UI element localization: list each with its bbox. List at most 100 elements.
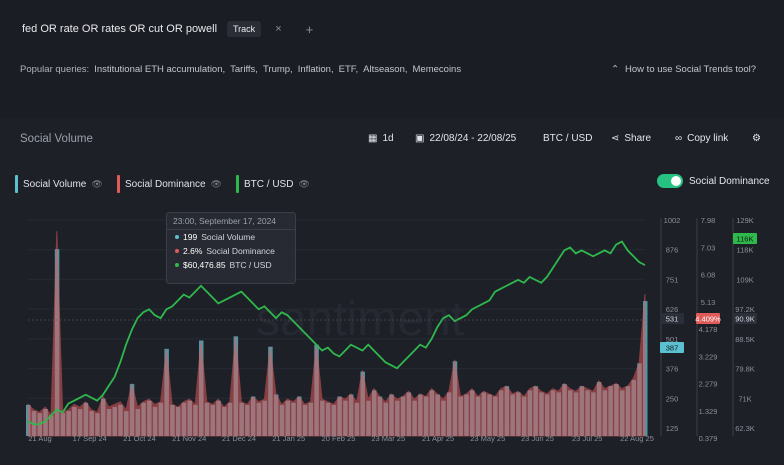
chevron-up-icon: ⌃ — [611, 64, 620, 75]
x-axis-tick: 21 Apr 25 — [422, 434, 454, 443]
axis-tick-social-volume: 751 — [666, 275, 679, 284]
x-axis-tick: 23 May 25 — [470, 434, 505, 443]
axis-tick-social-dominance: 7.98 — [701, 216, 716, 225]
howto-link[interactable]: ⌃ How to use Social Trends tool? — [611, 64, 756, 75]
toggle-knob — [671, 176, 681, 186]
badge-volume-hover: 531 — [666, 315, 679, 324]
axis-tick-social-volume: 250 — [666, 394, 679, 403]
panel-title: Social Volume — [20, 133, 93, 145]
copy-link-button[interactable]: ∞ Copy link — [675, 133, 728, 144]
pair-label: BTC / USD — [543, 133, 593, 144]
x-axis-tick: 21 Nov 24 — [172, 434, 206, 443]
x-axis-tick: 20 Feb 25 — [322, 434, 356, 443]
tooltip-row: $60,476.85 BTC / USD — [167, 258, 295, 272]
close-icon[interactable]: × — [275, 23, 281, 35]
legend-color-swatch — [236, 175, 239, 193]
badge-btc-hover: 90.9K — [735, 315, 755, 324]
calendar-icon: ▣ — [415, 133, 425, 144]
popular-queries-label: Popular queries: — [20, 64, 90, 75]
axis-tick-btc: 71K — [738, 394, 751, 403]
toggle-label: Social Dominance — [689, 176, 770, 187]
link-icon: ∞ — [675, 133, 683, 144]
add-tab-icon[interactable]: + — [306, 22, 314, 37]
eye-icon[interactable]: 👁 — [211, 179, 222, 190]
track-button[interactable]: Track — [227, 21, 262, 37]
eye-icon[interactable]: 👁 — [91, 179, 102, 190]
badge-dominance-hover: 4.409% — [695, 315, 721, 324]
tooltip-label: BTC / USD — [229, 260, 272, 270]
x-axis-tick: 21 Oct 24 — [123, 434, 156, 443]
legend-label: Social Dominance — [125, 178, 206, 190]
tooltip-value: 199 — [183, 232, 198, 242]
axis-tick-social-volume: 876 — [666, 246, 679, 255]
chart-tooltip: 23:00, September 17, 2024 199 Social Vol… — [166, 212, 296, 284]
tooltip-row: 2.6% Social Dominance — [167, 244, 295, 258]
share-label: Share — [624, 133, 652, 144]
x-axis-tick: 23 Mar 25 — [371, 434, 405, 443]
badge-btc-last: 116K — [737, 235, 754, 244]
interval-button[interactable]: ▦ 1d — [368, 133, 394, 144]
axis-tick-social-dominance: 3.229 — [699, 352, 718, 361]
tooltip-row: 199 Social Volume — [167, 230, 295, 244]
eye-icon[interactable]: 👁 — [298, 179, 309, 190]
axis-tick-btc: 62.3K — [735, 424, 755, 433]
social-volume-chart[interactable]: santiment 10028767516265013762501257.987… — [0, 200, 784, 465]
query-text[interactable]: fed OR rate OR rates OR cut OR powell — [22, 23, 217, 35]
axis-tick-social-dominance: 0.379 — [699, 434, 718, 443]
axis-tick-btc: 79.8K — [735, 365, 755, 374]
legend-color-swatch — [117, 175, 120, 193]
axis-tick-social-volume: 626 — [666, 305, 679, 314]
pair-selector[interactable]: BTC / USD — [543, 133, 592, 144]
x-axis-tick: 23 Jun 25 — [521, 434, 554, 443]
x-axis-tick: 21 Dec 24 — [222, 434, 256, 443]
settings-button[interactable]: ⚙ — [752, 133, 761, 144]
legend-social-volume[interactable]: Social Volume 👁 — [15, 175, 103, 193]
axis-tick-social-dominance: 2.279 — [699, 380, 718, 389]
tooltip-title: 23:00, September 17, 2024 — [167, 213, 295, 230]
series-dot — [175, 249, 179, 253]
legend-label: BTC / USD — [244, 178, 294, 190]
x-axis-tick: 22 Aug 25 — [620, 434, 654, 443]
legend-social-dominance[interactable]: Social Dominance 👁 — [117, 175, 222, 193]
share-icon: ⋖ — [611, 133, 620, 144]
tooltip-label: Social Volume — [201, 232, 256, 242]
popular-query-item[interactable]: ETF, — [339, 64, 359, 75]
x-axis-tick: 17 Sep 24 — [73, 434, 107, 443]
tooltip-value: 2.6% — [183, 246, 203, 256]
axis-tick-btc: 109K — [736, 275, 754, 284]
x-axis-tick: 21 Aug — [28, 434, 51, 443]
legend-color-swatch — [15, 175, 18, 193]
copy-link-label: Copy link — [687, 133, 729, 144]
popular-query-item[interactable]: Altseason, — [363, 64, 407, 75]
x-axis-tick: 21 Jan 25 — [272, 434, 305, 443]
share-button[interactable]: ⋖ Share — [611, 133, 651, 144]
axis-tick-btc: 97.2K — [735, 305, 755, 314]
x-axis-tick: 23 Jul 25 — [572, 434, 602, 443]
series-dot — [175, 263, 179, 267]
date-range-button[interactable]: ▣ 22/08/24 - 22/08/25 — [415, 133, 516, 144]
axis-tick-btc: 118K — [737, 246, 754, 255]
axis-tick-btc: 129K — [736, 216, 754, 225]
axis-tick-social-volume: 1002 — [664, 216, 681, 225]
popular-query-item[interactable]: Memecoins — [413, 64, 462, 75]
gear-icon: ⚙ — [752, 133, 761, 144]
popular-query-item[interactable]: Institutional ETH accumulation, — [94, 64, 225, 75]
axis-tick-social-volume: 125 — [666, 424, 679, 433]
popular-query-item[interactable]: Trump, — [263, 64, 293, 75]
series-dot — [175, 235, 179, 239]
badge-volume-last: 387 — [666, 344, 679, 353]
query-tab[interactable]: fed OR rate OR rates OR cut OR powell Tr… — [22, 14, 313, 44]
top-bar: fed OR rate OR rates OR cut OR powell Tr… — [0, 0, 784, 52]
tooltip-value: $60,476.85 — [183, 260, 226, 270]
date-range-label: 22/08/24 - 22/08/25 — [429, 133, 517, 144]
popular-query-item[interactable]: Tariffs, — [230, 64, 258, 75]
social-dominance-toggle[interactable] — [657, 174, 683, 188]
axis-tick-social-dominance: 6.08 — [701, 271, 716, 280]
axis-tick-social-volume: 376 — [666, 365, 679, 374]
axis-tick-social-dominance: 5.13 — [701, 298, 716, 307]
legend-label: Social Volume — [23, 178, 87, 190]
popular-query-item[interactable]: Inflation, — [298, 64, 334, 75]
tooltip-label: Social Dominance — [206, 246, 275, 256]
legend-btc-usd[interactable]: BTC / USD 👁 — [236, 175, 310, 193]
axis-tick-social-dominance: 4.178 — [699, 325, 718, 334]
